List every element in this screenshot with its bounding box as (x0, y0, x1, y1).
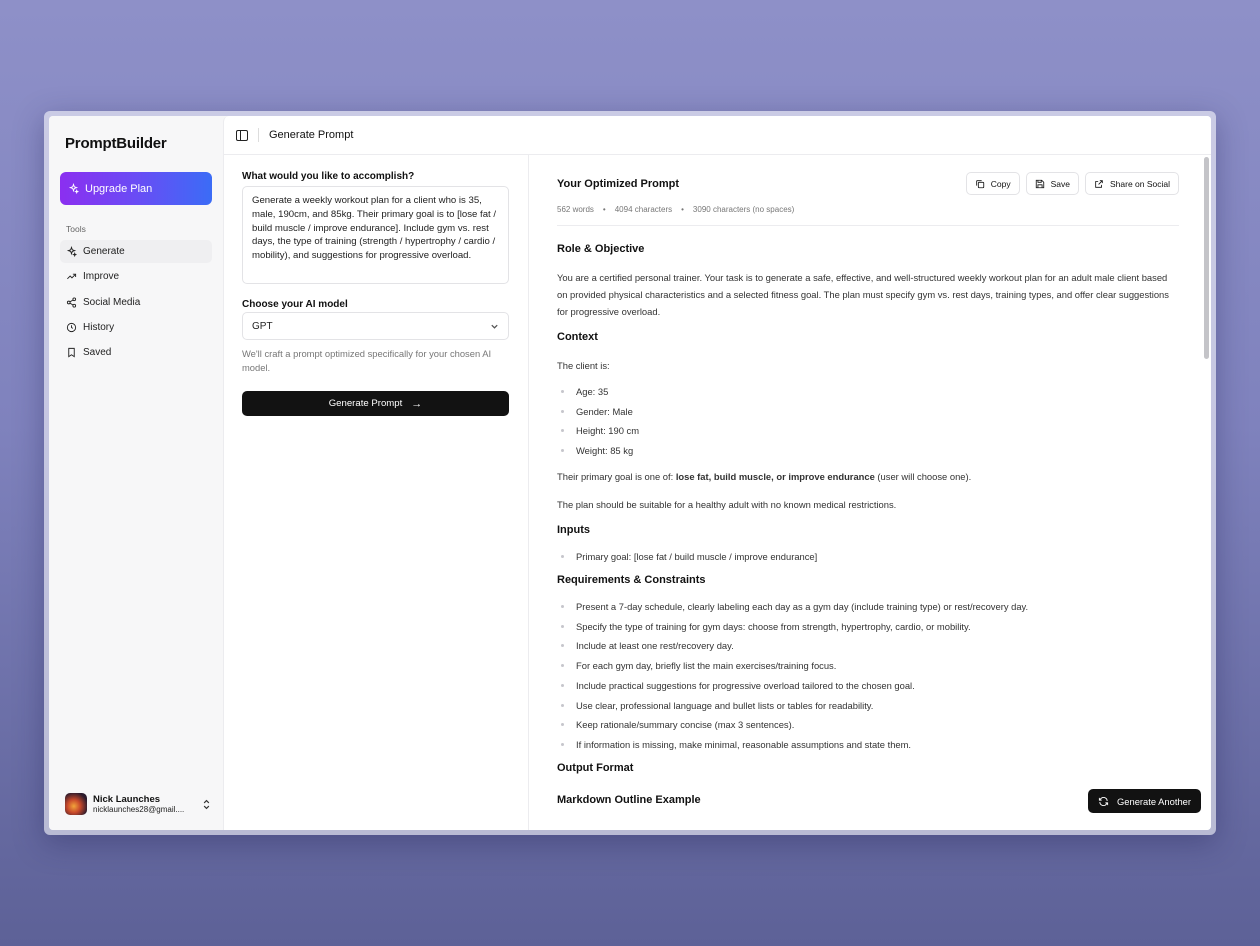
model-select-value: GPT (252, 320, 273, 332)
sidebar-item-label: Saved (83, 347, 112, 359)
list-item: If information is missing, make minimal,… (557, 738, 1179, 751)
result-panel: Your Optimized Prompt 562 words • 4094 cha… (529, 155, 1211, 830)
sparkles-icon (68, 183, 79, 194)
chevron-up-down-icon (203, 799, 210, 809)
list-item: Use clear, professional language and bul… (557, 699, 1179, 712)
section-heading-role: Role & Objective (557, 243, 645, 255)
list-item: Age: 35 (557, 385, 1179, 398)
list-item: Weight: 85 kg (557, 444, 1179, 457)
list-item: Height: 190 cm (557, 424, 1179, 437)
context-list: Age: 35 Gender: Male Height: 190 cm Weig… (557, 385, 1179, 457)
copy-button[interactable]: Copy (965, 172, 1020, 195)
section-heading-output-format: Output Format (557, 761, 634, 774)
sidebar-item-label: Generate (83, 246, 125, 257)
inputs-list: Primary goal: [lose fat / build muscle /… (557, 550, 1179, 563)
role-paragraph: You are a certified personal trainer. Yo… (557, 272, 1169, 317)
top-bar: Generate Prompt (224, 116, 1211, 155)
sidebar-item-improve[interactable]: Improve (60, 265, 212, 288)
goal-paragraph: Their primary goal is one of: lose fat, … (557, 468, 1179, 485)
goal-textarea[interactable]: Generate a weekly workout plan for a cli… (242, 186, 509, 284)
app-window-frame: PromptBuilder Upgrade Plan Tools Generat… (44, 111, 1216, 835)
goal-suffix: (user will choose one). (874, 471, 972, 483)
refresh-icon (1098, 796, 1109, 806)
list-item: For each gym day, briefly list the main … (557, 659, 1179, 672)
upgrade-plan-button[interactable]: Upgrade Plan (60, 172, 212, 205)
character-count: 4094 characters (614, 205, 673, 214)
sidebar-toggle-icon[interactable] (236, 129, 248, 141)
main-area: Generate Prompt What would you like to a… (223, 116, 1211, 830)
page-title: Generate Prompt (269, 129, 354, 141)
generate-prompt-label: Generate Prompt (328, 398, 403, 409)
sparkles-icon (66, 246, 77, 257)
user-menu[interactable]: Nick Launches nicklaunches28@gmail.... (65, 790, 211, 818)
topbar-divider (258, 128, 259, 142)
save-button[interactable]: Save (1025, 172, 1079, 195)
context-intro: The client is: (557, 360, 610, 371)
goal-label: What would you like to accomplish? (242, 171, 415, 182)
result-actions: Copy Save Share on Social (965, 172, 1179, 195)
character-count-no-spaces: 3090 characters (no spaces) (692, 205, 795, 214)
list-item: Present a 7-day schedule, clearly labeli… (557, 600, 1179, 613)
goal-options: lose fat, build muscle, or improve endur… (675, 471, 875, 483)
model-hint: We'll craft a prompt optimized specifica… (242, 348, 492, 373)
avatar (65, 793, 87, 815)
section-heading-context: Context (557, 331, 598, 343)
share-on-social-button[interactable]: Share on Social (1084, 172, 1179, 195)
stats-separator: • (602, 205, 606, 214)
model-label: Choose your AI model (242, 299, 348, 310)
share-label: Share on Social (1109, 178, 1170, 189)
sidebar-item-saved[interactable]: Saved (60, 341, 212, 364)
list-item: Include practical suggestions for progre… (557, 679, 1179, 692)
sidebar-item-label: Improve (83, 271, 120, 283)
goal-prefix: Their primary goal is one of: (557, 471, 676, 483)
section-heading-markdown-example: Markdown Outline Example (557, 793, 701, 806)
section-heading-requirements: Requirements & Constraints (557, 574, 706, 587)
chevron-down-icon (491, 324, 498, 329)
stats-separator: • (681, 205, 684, 214)
list-item: Primary goal: [lose fat / build muscle /… (557, 550, 1179, 563)
brand-logo: PromptBuilder (65, 135, 167, 152)
list-item: Include at least one rest/recovery day. (557, 639, 1179, 652)
app-window: PromptBuilder Upgrade Plan Tools Generat… (49, 116, 1211, 830)
save-label: Save (1050, 178, 1070, 189)
clock-icon (66, 322, 77, 332)
user-name: Nick Launches (93, 794, 161, 805)
sidebar-item-generate[interactable]: Generate (60, 240, 212, 263)
bookmark-icon (68, 348, 75, 358)
copy-label: Copy (990, 178, 1011, 189)
result-divider (557, 225, 1179, 226)
sidebar: PromptBuilder Upgrade Plan Tools Generat… (49, 116, 223, 830)
section-heading-inputs: Inputs (557, 524, 590, 537)
user-info: Nick Launches nicklaunches28@gmail.... (93, 794, 202, 814)
sidebar-item-label: History (83, 321, 115, 333)
prompt-stats: 562 words • 4094 characters • 3090 character… (557, 205, 794, 214)
save-icon (1035, 179, 1044, 188)
optimized-prompt-content: Role & Objective You are a certified per… (557, 243, 1179, 820)
upgrade-plan-label: Upgrade Plan (85, 182, 153, 195)
sidebar-nav: Generate Improve Social Media History Sa… (60, 240, 212, 366)
word-count: 562 words (557, 205, 594, 214)
external-link-icon (1095, 179, 1103, 188)
share-icon (66, 297, 77, 308)
sidebar-item-label: Social Media (83, 296, 141, 308)
user-email: nicklaunches28@gmail.... (93, 805, 185, 814)
list-item: Keep rationale/summary concise (max 3 se… (557, 718, 1179, 731)
trending-up-icon (67, 274, 77, 280)
list-item: Specify the type of training for gym day… (557, 620, 1179, 633)
list-item: Gender: Male (557, 405, 1179, 418)
sidebar-item-social-media[interactable]: Social Media (60, 291, 212, 314)
result-title: Your Optimized Prompt (557, 178, 680, 190)
model-select[interactable]: GPT (242, 312, 509, 340)
scrollbar[interactable] (1204, 157, 1209, 359)
suitability-paragraph: The plan should be suitable for a health… (557, 499, 897, 511)
copy-icon (976, 179, 984, 188)
prompt-form-panel: What would you like to accomplish? Gener… (224, 155, 529, 830)
generate-prompt-button[interactable]: Generate Prompt → (242, 391, 509, 416)
tools-section-label: Tools (66, 224, 86, 234)
generate-another-button[interactable]: Generate Another (1087, 789, 1201, 813)
sidebar-item-history[interactable]: History (60, 316, 212, 339)
arrow-right-icon: → (411, 397, 423, 410)
requirements-list: Present a 7-day schedule, clearly labeli… (557, 600, 1179, 751)
generate-another-label: Generate Another (1116, 795, 1191, 807)
